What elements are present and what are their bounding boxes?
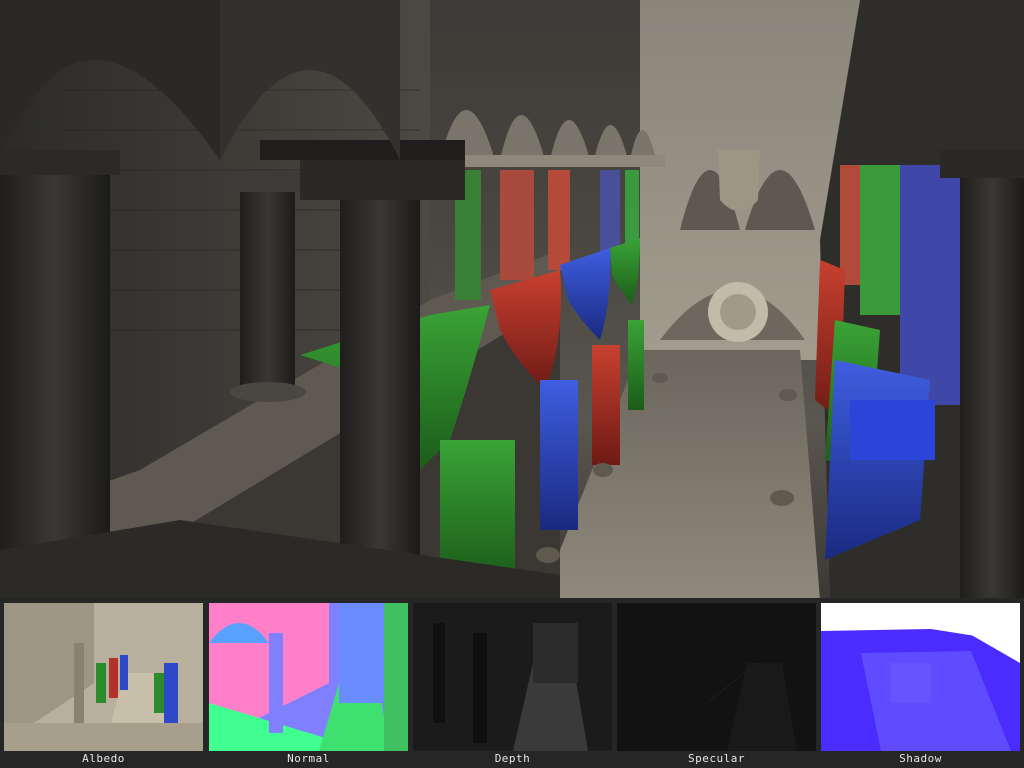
gbuffer-normal-preview bbox=[209, 603, 408, 751]
render-viewport[interactable] bbox=[0, 0, 1024, 598]
gbuffer-shadow-label: Shadow bbox=[899, 752, 942, 765]
foreground-pillar-left bbox=[0, 160, 110, 550]
gbuffer-specular-preview bbox=[617, 603, 816, 751]
gbuffer-depth-preview bbox=[413, 603, 612, 751]
gbuffer-debug-strip: Albedo Normal Depth Specular Shadow bbox=[0, 598, 1024, 768]
foreground-column-center bbox=[340, 200, 420, 595]
gbuffer-shadow-preview bbox=[821, 603, 1020, 751]
gbuffer-specular-label: Specular bbox=[688, 752, 745, 765]
gbuffer-depth-label: Depth bbox=[494, 752, 531, 765]
sponza-scene bbox=[0, 0, 1024, 598]
gbuffer-albedo-preview bbox=[4, 603, 203, 751]
gbuffer-normal-label: Normal bbox=[287, 752, 330, 765]
gbuffer-albedo-label: Albedo bbox=[82, 752, 125, 765]
